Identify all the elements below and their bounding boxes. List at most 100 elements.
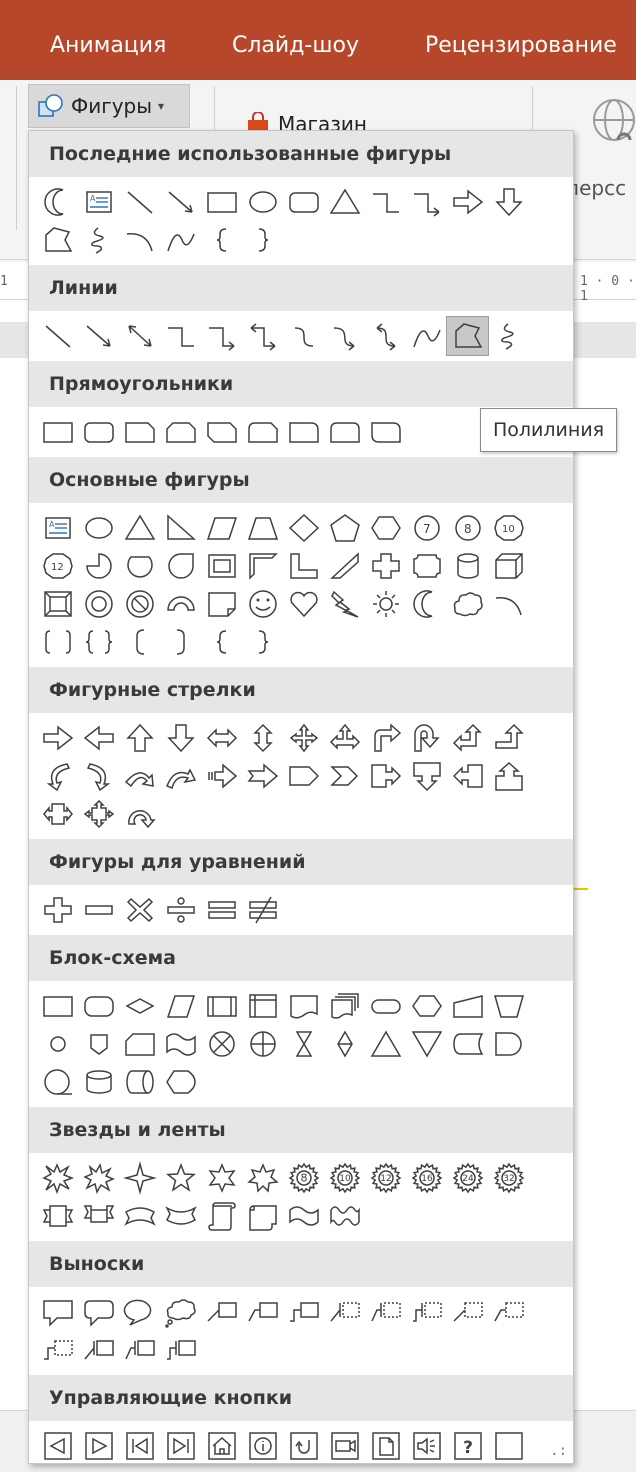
action-movie-icon[interactable]	[324, 1427, 365, 1463]
line-callout-3-icon[interactable]	[283, 1293, 324, 1331]
curved-ribbon-up-icon[interactable]	[119, 1197, 160, 1235]
lightning-bolt-icon[interactable]	[324, 585, 365, 623]
flowchart-card-icon[interactable]	[119, 1025, 160, 1063]
hyperlink-globe-icon[interactable]	[588, 96, 636, 152]
multiply-icon[interactable]	[119, 891, 160, 929]
shapes-button[interactable]: Фигуры ▾	[28, 84, 190, 128]
flowchart-manual-input-icon[interactable]	[447, 987, 488, 1025]
action-sound-icon[interactable]	[406, 1427, 447, 1463]
star-5-icon[interactable]	[160, 1159, 201, 1197]
action-return-icon[interactable]	[283, 1427, 324, 1463]
right-brace-icon[interactable]	[242, 623, 283, 661]
elbow-connector-icon[interactable]	[365, 183, 406, 221]
smiley-face-icon[interactable]	[242, 585, 283, 623]
pentagon-arrow-icon[interactable]	[283, 757, 324, 795]
flowchart-process-icon[interactable]	[37, 987, 78, 1025]
star-4-icon[interactable]	[119, 1159, 160, 1197]
flowchart-sort-icon[interactable]	[324, 1025, 365, 1063]
star-12-icon[interactable]: 12	[365, 1159, 406, 1197]
double-bracket-icon[interactable]	[37, 623, 78, 661]
elbow-arrow-connector-icon[interactable]	[406, 183, 447, 221]
triangle-icon[interactable]	[324, 183, 365, 221]
division-icon[interactable]	[160, 891, 201, 929]
curved-down-arrow-icon[interactable]	[160, 757, 201, 795]
frame-icon[interactable]	[201, 547, 242, 585]
decagon-icon[interactable]: 10	[488, 509, 529, 547]
pie-icon[interactable]	[78, 547, 119, 585]
action-back-icon[interactable]	[37, 1427, 78, 1463]
hexagon-icon[interactable]	[365, 509, 406, 547]
round-diagonal-icon[interactable]	[365, 413, 406, 451]
double-wave-icon[interactable]	[324, 1197, 365, 1235]
notched-right-arrow-icon[interactable]	[242, 757, 283, 795]
snip-round-icon[interactable]	[242, 413, 283, 451]
bevel-icon[interactable]	[37, 585, 78, 623]
cube-icon[interactable]	[488, 547, 529, 585]
line-icon[interactable]	[119, 183, 160, 221]
rectangle-icon[interactable]	[37, 413, 78, 451]
heptagon-icon[interactable]: 7	[406, 509, 447, 547]
folded-corner-icon[interactable]	[201, 585, 242, 623]
left-right-arrow-icon[interactable]	[201, 719, 242, 757]
up-arrow-icon[interactable]	[119, 719, 160, 757]
round-same-side-icon[interactable]	[324, 413, 365, 451]
flowchart-internal-storage-icon[interactable]	[242, 987, 283, 1025]
half-frame-icon[interactable]	[242, 547, 283, 585]
flowchart-alternate-process-icon[interactable]	[78, 987, 119, 1025]
double-brace-icon[interactable]	[78, 623, 119, 661]
curved-double-arrow-icon[interactable]	[365, 317, 406, 355]
flowchart-extract-icon[interactable]	[365, 1025, 406, 1063]
pentagon-icon[interactable]	[324, 509, 365, 547]
flowchart-summing-junction-icon[interactable]	[201, 1025, 242, 1063]
u-turn-arrow-icon[interactable]	[406, 719, 447, 757]
up-arrow-callout-icon[interactable]	[488, 757, 529, 795]
can-icon[interactable]	[447, 547, 488, 585]
action-forward-icon[interactable]	[78, 1427, 119, 1463]
oval-icon[interactable]	[242, 183, 283, 221]
left-arrow-callout-icon[interactable]	[447, 757, 488, 795]
left-right-arrow-callout-icon[interactable]	[37, 795, 78, 833]
line-callout-1-noborder-icon[interactable]	[447, 1293, 488, 1331]
curved-right-arrow-icon[interactable]	[37, 757, 78, 795]
rectangular-callout-icon[interactable]	[37, 1293, 78, 1331]
action-home-icon[interactable]	[201, 1427, 242, 1463]
equal-icon[interactable]	[201, 891, 242, 929]
flowchart-stored-data-icon[interactable]	[447, 1025, 488, 1063]
resize-grip-icon[interactable]: .:	[550, 1443, 567, 1459]
right-arrow-icon[interactable]	[37, 719, 78, 757]
plaque-icon[interactable]	[406, 547, 447, 585]
plus-icon[interactable]	[37, 891, 78, 929]
left-bracket-icon[interactable]	[119, 623, 160, 661]
double-arrow-line-icon[interactable]	[119, 317, 160, 355]
cloud-callout-icon[interactable]	[160, 1293, 201, 1331]
action-help-icon[interactable]: ?	[447, 1427, 488, 1463]
line-callout-2-icon[interactable]	[242, 1293, 283, 1331]
bent-up-arrow-icon[interactable]	[488, 719, 529, 757]
not-equal-icon[interactable]	[242, 891, 283, 929]
block-arc-icon[interactable]	[160, 585, 201, 623]
flowchart-delay-icon[interactable]	[488, 1025, 529, 1063]
rounded-rectangle-icon[interactable]	[283, 183, 324, 221]
line-callout-2-noborder-icon[interactable]	[488, 1293, 529, 1331]
star-6-icon[interactable]	[201, 1159, 242, 1197]
tab-review[interactable]: Рецензирование	[425, 33, 617, 58]
tab-animation[interactable]: Анимация	[50, 33, 166, 58]
flowchart-punched-tape-icon[interactable]	[160, 1025, 201, 1063]
left-arrow-icon[interactable]	[78, 719, 119, 757]
wave-icon[interactable]	[283, 1197, 324, 1235]
flowchart-terminator-icon[interactable]	[365, 987, 406, 1025]
flowchart-preparation-icon[interactable]	[406, 987, 447, 1025]
elbow-double-arrow-icon[interactable]	[242, 317, 283, 355]
left-brace-icon[interactable]	[201, 221, 242, 259]
line-icon[interactable]	[37, 317, 78, 355]
flowchart-sequential-access-icon[interactable]	[37, 1063, 78, 1101]
diamond-icon[interactable]	[283, 509, 324, 547]
line-callout-3-border-accent-icon[interactable]	[160, 1331, 201, 1369]
curve-icon[interactable]	[160, 221, 201, 259]
action-document-icon[interactable]	[365, 1427, 406, 1463]
cloud-icon[interactable]	[447, 585, 488, 623]
star-7-icon[interactable]	[242, 1159, 283, 1197]
flowchart-collate-icon[interactable]	[283, 1025, 324, 1063]
snip-single-corner-icon[interactable]	[119, 413, 160, 451]
sun-icon[interactable]	[365, 585, 406, 623]
